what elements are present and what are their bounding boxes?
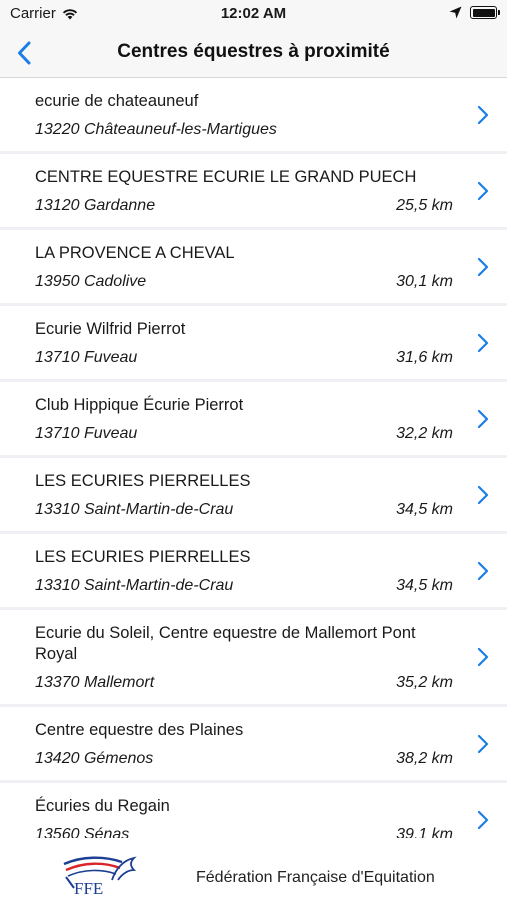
page-title: Centres équestres à proximité bbox=[117, 41, 390, 62]
stable-name: ecurie de chateauneuf bbox=[35, 92, 199, 110]
chevron-right-icon bbox=[477, 647, 489, 667]
stable-distance: 32,2 km bbox=[396, 425, 453, 442]
stable-name: Écuries du Regain bbox=[35, 797, 170, 815]
list-item[interactable]: LES ECURIES PIERRELLES 13310 Saint-Marti… bbox=[0, 534, 507, 607]
battery-icon bbox=[470, 6, 500, 19]
stable-meta: 13310 Saint-Martin-de-Crau 34,5 km bbox=[35, 501, 472, 519]
stable-address: 13220 Châteauneuf-les-Martigues bbox=[35, 121, 277, 138]
chevron-right-icon bbox=[477, 810, 489, 829]
stable-name: Club Hippique Écurie Pierrot bbox=[35, 396, 244, 414]
stable-meta: 13710 Fuveau 32,2 km bbox=[35, 425, 472, 443]
chevron-right-icon bbox=[477, 257, 489, 276]
navigation-bar: Centres équestres à proximité bbox=[0, 28, 507, 78]
chevron-right-icon bbox=[477, 333, 489, 352]
chevron-right-icon bbox=[477, 561, 489, 580]
stable-address: 13420 Gémenos bbox=[35, 750, 154, 767]
stable-distance: 34,5 km bbox=[396, 501, 453, 518]
footer: FFE Fédération Française d'Equitation bbox=[0, 838, 507, 900]
list-item[interactable]: CENTRE EQUESTRE ECURIE LE GRAND PUECH 13… bbox=[0, 154, 507, 227]
list-item[interactable]: Ecurie Wilfrid Pierrot 13710 Fuveau 31,6… bbox=[0, 306, 507, 379]
chevron-right-icon bbox=[477, 485, 489, 504]
stable-meta: 13560 Sénas 39,1 km bbox=[35, 826, 472, 838]
stable-address: 13310 Saint-Martin-de-Crau bbox=[35, 501, 234, 518]
stable-address: 13310 Saint-Martin-de-Crau bbox=[35, 577, 234, 594]
stable-name: Ecurie Wilfrid Pierrot bbox=[35, 320, 186, 338]
chevron-right-icon bbox=[477, 105, 489, 124]
list-item[interactable]: Centre equestre des Plaines 13420 Gémeno… bbox=[0, 707, 507, 780]
stable-meta: 13120 Gardanne 25,5 km bbox=[35, 197, 472, 215]
list-item[interactable]: LES ECURIES PIERRELLES 13310 Saint-Marti… bbox=[0, 458, 507, 531]
status-bar: Carrier 12:02 AM bbox=[0, 0, 507, 28]
chevron-right-icon bbox=[477, 409, 489, 428]
stable-name: Ecurie du Soleil, Centre equestre de Mal… bbox=[35, 624, 416, 663]
logo-text: FFE bbox=[74, 879, 103, 896]
stable-address: 13120 Gardanne bbox=[35, 197, 156, 214]
stable-distance: 39,1 km bbox=[396, 826, 453, 838]
stables-list[interactable]: ecurie de chateauneuf 13220 Châteauneuf-… bbox=[0, 78, 507, 838]
list-item[interactable]: Ecurie du Soleil, Centre equestre de Mal… bbox=[0, 610, 507, 704]
stable-name: LA PROVENCE A CHEVAL bbox=[35, 244, 235, 262]
stable-address: 13950 Cadolive bbox=[35, 273, 147, 290]
status-right bbox=[449, 6, 500, 19]
chevron-right-icon bbox=[477, 734, 489, 753]
stable-distance: 34,5 km bbox=[396, 577, 453, 594]
stable-distance: 30,1 km bbox=[396, 273, 453, 290]
stable-distance: 38,2 km bbox=[396, 750, 453, 767]
stable-name: Centre equestre des Plaines bbox=[35, 721, 244, 739]
stable-meta: 13950 Cadolive 30,1 km bbox=[35, 273, 472, 291]
list-item[interactable]: Écuries du Regain 13560 Sénas 39,1 km bbox=[0, 783, 507, 838]
stable-address: 13710 Fuveau bbox=[35, 349, 138, 366]
status-time: 12:02 AM bbox=[220, 5, 287, 22]
federation-label: Fédération Française d'Equitation bbox=[196, 869, 435, 886]
stable-meta: 13370 Mallemort 35,2 km bbox=[35, 674, 472, 692]
stable-distance: 31,6 km bbox=[396, 349, 453, 366]
stable-address: 13710 Fuveau bbox=[35, 425, 138, 442]
stable-meta: 13420 Gémenos 38,2 km bbox=[35, 750, 472, 768]
list-item[interactable]: LA PROVENCE A CHEVAL 13950 Cadolive 30,1… bbox=[0, 230, 507, 303]
stable-address: 13560 Sénas bbox=[35, 826, 130, 838]
list-item[interactable]: ecurie de chateauneuf 13220 Châteauneuf-… bbox=[0, 78, 507, 151]
stable-meta: 13220 Châteauneuf-les-Martigues bbox=[35, 121, 472, 139]
stable-address: 13370 Mallemort bbox=[35, 674, 155, 691]
stable-name: CENTRE EQUESTRE ECURIE LE GRAND PUECH bbox=[35, 168, 417, 186]
stable-distance: 25,5 km bbox=[396, 197, 453, 214]
location-arrow-icon bbox=[449, 6, 462, 19]
list-item[interactable]: Club Hippique Écurie Pierrot 13710 Fuvea… bbox=[0, 382, 507, 455]
chevron-right-icon bbox=[477, 181, 489, 200]
stable-name: LES ECURIES PIERRELLES bbox=[35, 548, 251, 566]
stable-name: LES ECURIES PIERRELLES bbox=[35, 472, 251, 490]
stable-meta: 13710 Fuveau 31,6 km bbox=[35, 349, 472, 367]
screen: Carrier 12:02 AM Centres équestres à pro… bbox=[0, 0, 507, 900]
ffe-logo: FFE bbox=[63, 856, 137, 896]
stable-distance: 35,2 km bbox=[396, 674, 453, 691]
stable-meta: 13310 Saint-Martin-de-Crau 34,5 km bbox=[35, 577, 472, 595]
